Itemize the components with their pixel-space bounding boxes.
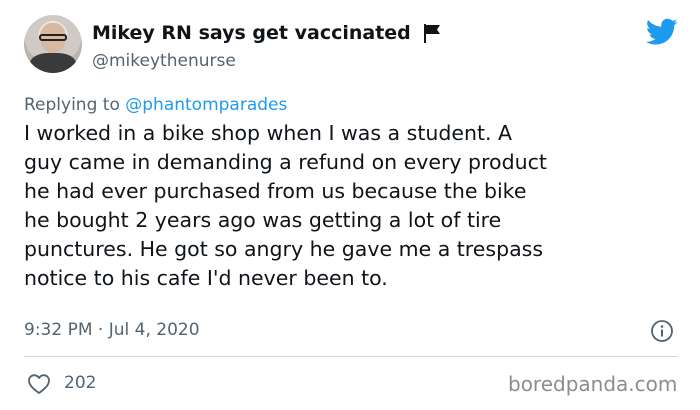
avatar-glasses bbox=[39, 34, 67, 41]
divider bbox=[24, 356, 678, 357]
info-icon[interactable] bbox=[650, 319, 674, 343]
avatar[interactable] bbox=[24, 15, 82, 73]
reply-context: Replying to @phantomparades bbox=[24, 95, 287, 115]
flag-icon bbox=[423, 24, 440, 43]
author-name-row: Mikey RN says get vaccinated bbox=[92, 22, 443, 44]
like-count: 202 bbox=[64, 373, 97, 393]
reply-mention-link[interactable]: @phantomparades bbox=[125, 95, 287, 115]
reply-prefix: Replying to bbox=[24, 95, 126, 115]
author-handle[interactable]: @mikeythenurse bbox=[92, 51, 236, 71]
tweet-timestamp[interactable]: 9:32 PM · Jul 4, 2020 bbox=[24, 320, 200, 340]
heart-icon[interactable] bbox=[27, 373, 51, 395]
author-display-name[interactable]: Mikey RN says get vaccinated bbox=[92, 22, 411, 44]
twitter-bird-icon[interactable] bbox=[646, 18, 678, 46]
watermark-text: boredpanda.com bbox=[508, 372, 678, 396]
tweet-text: I worked in a bike shop when I was a stu… bbox=[24, 121, 547, 290]
avatar-shirt bbox=[30, 53, 76, 73]
